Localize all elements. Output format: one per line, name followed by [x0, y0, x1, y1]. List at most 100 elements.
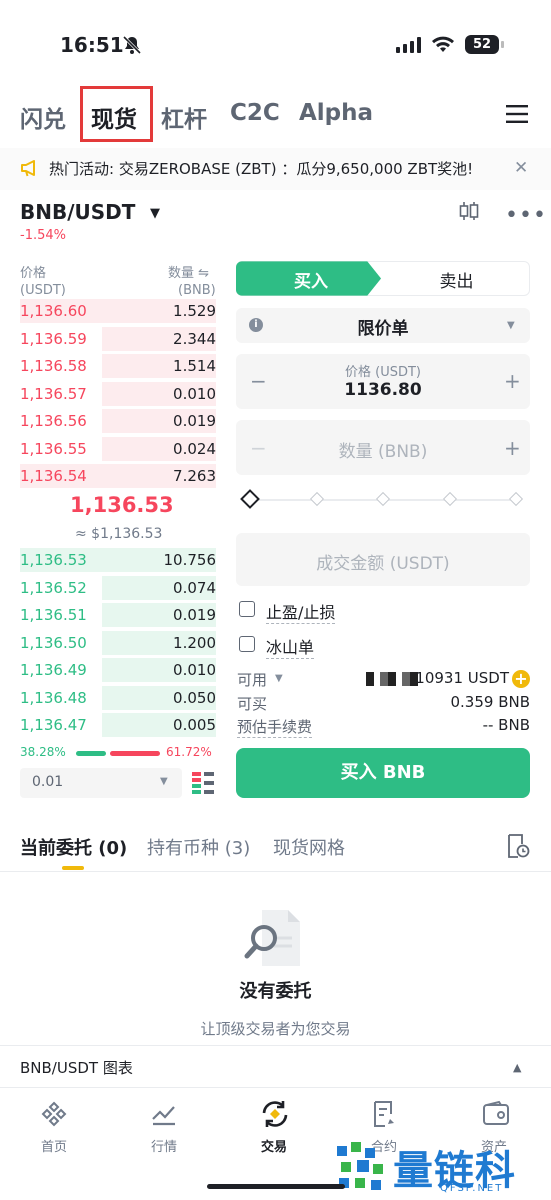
- order-history-icon[interactable]: [506, 833, 530, 859]
- bid-row[interactable]: 1,136.47 0.005: [20, 713, 216, 737]
- pair-change: -1.54%: [20, 228, 66, 243]
- orderbook-price-header: 价格: [20, 266, 47, 281]
- divider: [0, 1087, 551, 1088]
- empty-state-subtitle[interactable]: 让顶级交易者为您交易: [0, 1018, 551, 1039]
- tab-spot[interactable]: 现货: [91, 100, 137, 134]
- slider-node-75[interactable]: [442, 491, 458, 507]
- announcement-text[interactable]: 热门活动: 交易ZEROBASE (ZBT) ：瓜分9,650,000 ZBT奖…: [49, 158, 473, 179]
- nav-markets[interactable]: 行情: [124, 1136, 204, 1155]
- row-quantity: 0.074: [173, 578, 216, 597]
- ask-row[interactable]: 1,136.56 0.019: [20, 409, 216, 433]
- caret-up-icon[interactable]: ▲: [513, 1061, 521, 1074]
- caret-down-icon[interactable]: ▼: [275, 673, 283, 684]
- precision-value: 0.01: [32, 774, 64, 790]
- chart-toggle-label[interactable]: BNB/USDT 图表: [20, 1057, 133, 1078]
- battery-indicator: 52: [465, 35, 499, 54]
- row-price: 1,136.54: [20, 467, 87, 485]
- row-quantity: 1.529: [173, 302, 216, 320]
- ask-row[interactable]: 1,136.54 7.263: [20, 464, 216, 488]
- add-funds-icon[interactable]: +: [512, 670, 530, 688]
- bid-row[interactable]: 1,136.51 0.019: [20, 603, 216, 627]
- sell-ratio-bar: [110, 751, 160, 756]
- row-quantity: 7.263: [173, 467, 216, 485]
- signal-icon: [396, 37, 421, 53]
- orderbook-price-unit: (USDT): [20, 283, 66, 298]
- orderbook-layout-icon[interactable]: [192, 772, 214, 794]
- available-value: 10931 USDT: [415, 669, 509, 687]
- tab-open-orders[interactable]: 当前委托 (0): [20, 834, 127, 860]
- row-price: 1,136.51: [20, 606, 87, 624]
- ask-row[interactable]: 1,136.57 0.010: [20, 381, 216, 406]
- row-price: 1,136.59: [20, 329, 87, 348]
- tab-margin[interactable]: 杠杆: [161, 100, 207, 134]
- ask-row[interactable]: 1,136.58 1.514: [20, 354, 216, 378]
- buy-tab-label[interactable]: 买入: [236, 267, 386, 292]
- available-label[interactable]: 可用: [237, 669, 267, 690]
- futures-icon[interactable]: [372, 1100, 398, 1128]
- home-indicator: [207, 1184, 345, 1189]
- tab-spot-grid[interactable]: 现货网格: [273, 834, 345, 860]
- row-quantity: 1.200: [173, 633, 216, 652]
- row-price: 1,136.52: [20, 578, 87, 597]
- row-price: 1,136.56: [20, 412, 87, 430]
- row-quantity: 2.344: [173, 329, 216, 348]
- pair-name[interactable]: BNB/USDT: [20, 200, 135, 224]
- slider-node-50[interactable]: [375, 491, 391, 507]
- iceberg-label[interactable]: 冰山单: [266, 634, 315, 659]
- nav-home[interactable]: 首页: [14, 1136, 94, 1155]
- more-options-icon[interactable]: •••: [505, 203, 547, 228]
- fee-label[interactable]: 预估手续费: [237, 716, 313, 738]
- iceberg-checkbox[interactable]: [239, 636, 255, 652]
- buy-bnb-button[interactable]: 买入 BNB: [236, 748, 530, 798]
- price-input-value[interactable]: 1136.80: [236, 380, 530, 400]
- row-quantity: 0.019: [173, 606, 216, 624]
- tpsl-checkbox[interactable]: [239, 601, 255, 617]
- candlestick-chart-icon[interactable]: [458, 200, 480, 222]
- bid-row[interactable]: 1,136.49 0.010: [20, 658, 216, 682]
- markets-icon[interactable]: [151, 1101, 177, 1127]
- nav-trade[interactable]: 交易: [234, 1136, 314, 1155]
- last-price[interactable]: 1,136.53: [70, 493, 174, 517]
- row-quantity: 0.050: [173, 688, 216, 707]
- redacted-balance: [366, 672, 420, 686]
- empty-orders-icon: [244, 910, 300, 966]
- row-price: 1,136.60: [20, 302, 87, 320]
- status-time: 16:51: [60, 33, 124, 57]
- sell-tab[interactable]: 卖出: [383, 267, 530, 292]
- battery-tip: [501, 41, 504, 48]
- slider-node-25[interactable]: [309, 491, 325, 507]
- buy-ratio: 38.28%: [20, 745, 66, 759]
- close-icon[interactable]: ✕: [514, 158, 528, 178]
- row-price: 1,136.49: [20, 661, 87, 679]
- last-price-usd: ≈ $1,136.53: [75, 526, 163, 542]
- tab-convert[interactable]: 闪兑: [20, 100, 66, 134]
- hamburger-menu-icon[interactable]: [506, 104, 528, 124]
- bid-row[interactable]: 1,136.52 0.074: [20, 575, 216, 600]
- row-price: 1,136.48: [20, 688, 87, 707]
- slider-handle[interactable]: [240, 489, 260, 509]
- quantity-placeholder: 数量 (BNB): [338, 442, 428, 462]
- tab-holdings[interactable]: 持有币种 (3): [147, 834, 250, 860]
- ask-row[interactable]: 1,136.59 2.344: [20, 326, 216, 351]
- tab-alpha[interactable]: Alpha: [299, 100, 373, 126]
- caret-down-icon: ▼: [507, 320, 515, 331]
- bid-row[interactable]: 1,136.48 0.050: [20, 685, 216, 710]
- bid-row[interactable]: 1,136.50 1.200: [20, 630, 216, 655]
- sell-ratio: 61.72%: [166, 745, 212, 759]
- tab-c2c[interactable]: C2C: [230, 100, 280, 126]
- tpsl-label[interactable]: 止盈/止损: [266, 599, 336, 624]
- divider: [0, 1045, 551, 1046]
- chevron-down-icon[interactable]: ▼: [150, 206, 160, 221]
- wallet-icon[interactable]: [482, 1100, 510, 1126]
- trade-icon[interactable]: [259, 1099, 291, 1129]
- row-price: 1,136.57: [20, 384, 87, 403]
- bid-row[interactable]: 1,136.53 10.756: [20, 548, 216, 572]
- slider-node-100[interactable]: [508, 491, 524, 507]
- ask-row[interactable]: 1,136.55 0.024: [20, 436, 216, 461]
- order-type-label[interactable]: 限价单: [236, 314, 530, 339]
- row-price: 1,136.55: [20, 439, 87, 458]
- ask-row[interactable]: 1,136.60 1.529: [20, 299, 216, 323]
- row-quantity: 0.010: [173, 384, 216, 403]
- home-icon[interactable]: [41, 1101, 67, 1127]
- orderbook-qty-header[interactable]: 数量 ⇋: [168, 262, 209, 281]
